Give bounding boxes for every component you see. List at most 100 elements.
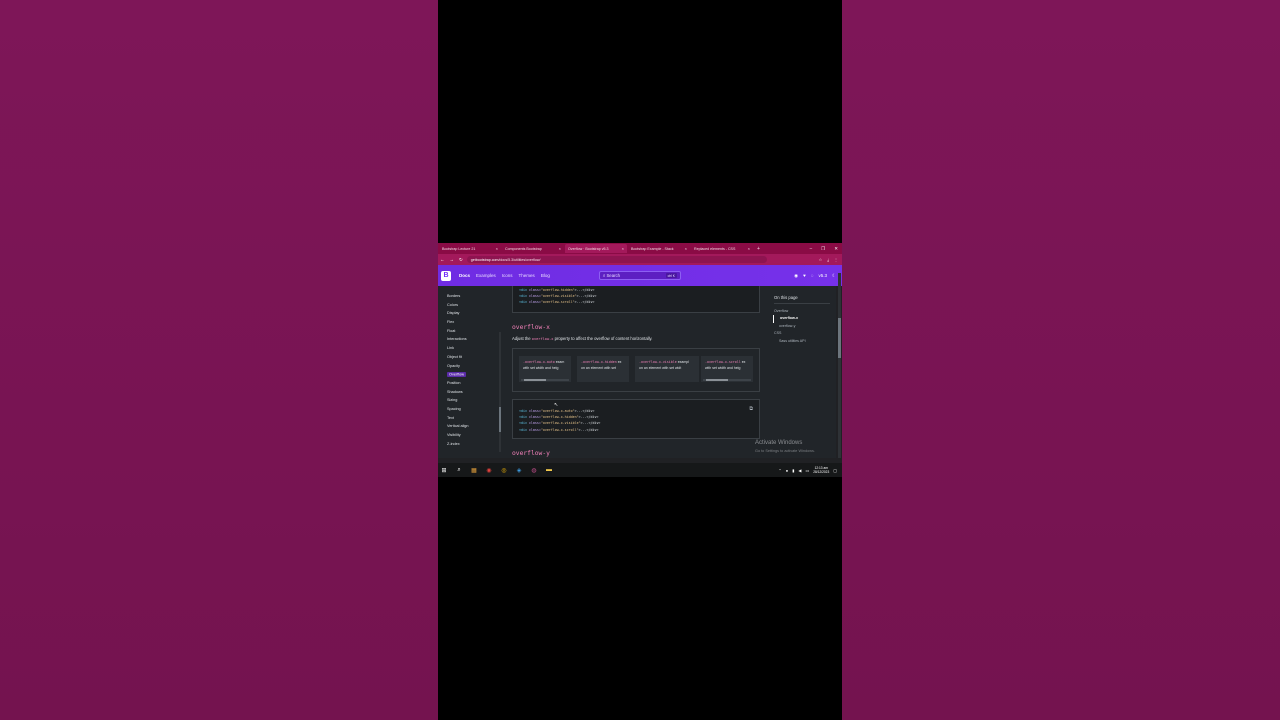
github-icon[interactable]: ◉ — [794, 273, 798, 279]
main-content: <div class="overflow-hidden">...</div> <… — [502, 286, 773, 458]
close-tab-icon[interactable]: × — [622, 246, 624, 251]
toc-link-css[interactable]: CSS — [773, 330, 836, 338]
page-scroll-thumb[interactable] — [838, 318, 841, 358]
sidebar-item-position[interactable]: Position — [438, 379, 502, 388]
toc-link-sass-utilities-api[interactable]: Sass utilities API — [773, 338, 836, 346]
version-dropdown[interactable]: v5.3 — [818, 273, 827, 279]
opencollective-icon[interactable]: ◌ — [811, 273, 814, 279]
sidebar-item-vertical-align[interactable]: Vertical align — [438, 422, 502, 431]
browser-tab[interactable]: Bootstrap Lecture 21 × — [439, 244, 501, 253]
address-bar: ← → ↻ getbootstrap.com/docs/5.3/utilitie… — [438, 254, 842, 265]
reload-icon[interactable]: ↻ — [459, 257, 463, 263]
sidebar-scroll-thumb[interactable] — [499, 407, 501, 432]
table-of-contents: On this page Overflow overflow-x overflo… — [773, 286, 836, 458]
browser-tab[interactable]: Replaced elements - CSS × — [691, 244, 753, 253]
sidebar-scrollbar[interactable] — [499, 332, 501, 452]
scroll-thumb[interactable] — [524, 378, 546, 381]
nav-link-examples[interactable]: Examples — [476, 273, 496, 278]
volume-icon[interactable]: ◀ — [798, 468, 801, 473]
page-scrollbar[interactable] — [838, 273, 841, 458]
copy-icon[interactable]: ⧉ — [749, 406, 753, 412]
browser-toolbar: ☆ ⤓ ⋮ — [819, 257, 842, 262]
navbar-right: ◉ ♥ ◌ v5.3 ☾ — [794, 273, 842, 279]
back-icon[interactable]: ← — [440, 257, 445, 263]
minimize-icon[interactable]: – — [810, 246, 813, 252]
toc-link-overflow[interactable]: Overflow — [773, 308, 836, 316]
forward-icon[interactable]: → — [450, 257, 455, 263]
code-block-overflow: <div class="overflow-hidden">...</div> <… — [512, 286, 760, 313]
nav-link-docs[interactable]: Docs — [459, 273, 470, 278]
overflow-x-scroll-box[interactable]: .overflow-x-scroll ex with set width and… — [701, 356, 753, 382]
clock[interactable]: 12:13 am 28/12/2023 — [813, 466, 829, 474]
sidebar-item-float[interactable]: Float — [438, 327, 502, 336]
close-tab-icon[interactable]: × — [559, 246, 561, 251]
close-tab-icon[interactable]: × — [496, 246, 498, 251]
section-description: Adjust the overflow-x property to affect… — [512, 336, 653, 341]
sidebar-item-link[interactable]: Link — [438, 344, 502, 353]
sidebar-item-z-index[interactable]: Z-index — [438, 440, 502, 449]
chrome-icon[interactable]: ◎ — [500, 466, 508, 474]
sidebar-item-sizing[interactable]: Sizing — [438, 396, 502, 405]
menu-dots-icon[interactable]: ⋮ — [834, 257, 838, 262]
section-heading-overflow-y[interactable]: overflow-y — [512, 450, 550, 457]
nav-link-themes[interactable]: Themes — [519, 273, 535, 278]
maximize-icon[interactable]: ❐ — [821, 246, 825, 252]
twitter-icon[interactable]: ♥ — [803, 273, 806, 279]
scroll-thumb[interactable] — [706, 378, 728, 381]
browser-nav-buttons: ← → ↻ — [438, 257, 463, 263]
search-icon[interactable]: ⌕ — [455, 466, 463, 474]
microphone-icon[interactable]: ● — [786, 468, 788, 473]
bookmark-star-icon[interactable]: ☆ — [819, 257, 823, 262]
screen-recording: Bootstrap Lecture 21 × Components Bootstr… — [438, 243, 842, 477]
file-explorer-icon[interactable]: ▬ — [545, 466, 553, 474]
sidebar-item-display[interactable]: Display — [438, 309, 502, 318]
browser-tab-active[interactable]: Overflow · Bootstrap v5.3 × — [565, 244, 627, 253]
app-icon[interactable]: ◉ — [485, 466, 493, 474]
sidebar-item-overflow[interactable]: Overflow — [438, 370, 502, 379]
toc-link-overflow-y[interactable]: overflow-y — [773, 323, 836, 331]
new-tab-icon[interactable]: + — [757, 246, 760, 252]
background-right — [842, 0, 1280, 720]
download-icon[interactable]: ⤓ — [827, 257, 829, 262]
sidebar-item-flex[interactable]: Flex — [438, 318, 502, 327]
activate-windows-subtitle: Go to Settings to activate Windows. — [755, 449, 815, 453]
sidebar-item-object-fit[interactable]: Object fit — [438, 353, 502, 362]
url-input[interactable]: getbootstrap.com/docs/5.3/utilities/over… — [466, 256, 767, 263]
close-tab-icon[interactable]: × — [748, 246, 750, 251]
bootstrap-logo[interactable]: B — [441, 270, 451, 281]
battery-icon[interactable]: ▭ — [805, 468, 809, 473]
mouse-cursor-icon: ↖ — [554, 402, 559, 408]
browser-tab[interactable]: Components Bootstrap × — [502, 244, 564, 253]
app-icon[interactable]: ▦ — [470, 466, 478, 474]
theme-toggle-icon[interactable]: ☾ — [832, 273, 836, 279]
nav-link-blog[interactable]: Blog — [541, 273, 550, 278]
sidebar-item-text[interactable]: Text — [438, 414, 502, 423]
section-heading-overflow-x[interactable]: overflow-x — [512, 324, 550, 331]
sidebar-item-colors[interactable]: Colors — [438, 301, 502, 310]
docs-search-button[interactable]: ⌕ Search ctrl K — [598, 271, 681, 280]
close-window-icon[interactable]: ✕ — [834, 246, 838, 252]
sidebar-item-opacity[interactable]: Opacity — [438, 362, 502, 371]
toc-link-overflow-x[interactable]: overflow-x — [773, 315, 836, 323]
search-shortcut: ctrl K — [665, 273, 677, 278]
browser-tab[interactable]: Bootstrap Example - Stack × — [628, 244, 690, 253]
network-icon[interactable]: ▮ — [792, 468, 794, 473]
code-line: <div class="overflow-x-scroll">...</div> — [519, 427, 599, 432]
notification-icon[interactable]: ▢ — [833, 468, 837, 473]
sidebar-item-spacing[interactable]: Spacing — [438, 405, 502, 414]
horizontal-scrollbar[interactable] — [703, 378, 751, 381]
sidebar-item-visibility[interactable]: Visibility — [438, 431, 502, 440]
browser-tab-strip: Bootstrap Lecture 21 × Components Bootstr… — [438, 243, 842, 254]
overflow-x-auto-box[interactable]: .overflow-x-auto exam with set width and… — [519, 356, 571, 382]
sidebar-item-interactions[interactable]: Interactions — [438, 335, 502, 344]
bootstrap-navbar: B Docs Examples Icons Themes Blog ⌕ Sear… — [438, 265, 842, 286]
horizontal-scrollbar[interactable] — [521, 378, 569, 381]
chevron-up-icon[interactable]: ⌃ — [778, 468, 781, 473]
close-tab-icon[interactable]: × — [685, 246, 687, 251]
windows-start-icon[interactable]: ⊞ — [440, 466, 448, 474]
sidebar-item-borders[interactable]: Borders — [438, 292, 502, 301]
sidebar-item-shadows[interactable]: Shadows — [438, 388, 502, 397]
nav-link-icons[interactable]: Icons — [502, 273, 513, 278]
vscode-icon[interactable]: ◈ — [515, 466, 523, 474]
browser-icon[interactable]: ◍ — [530, 466, 538, 474]
